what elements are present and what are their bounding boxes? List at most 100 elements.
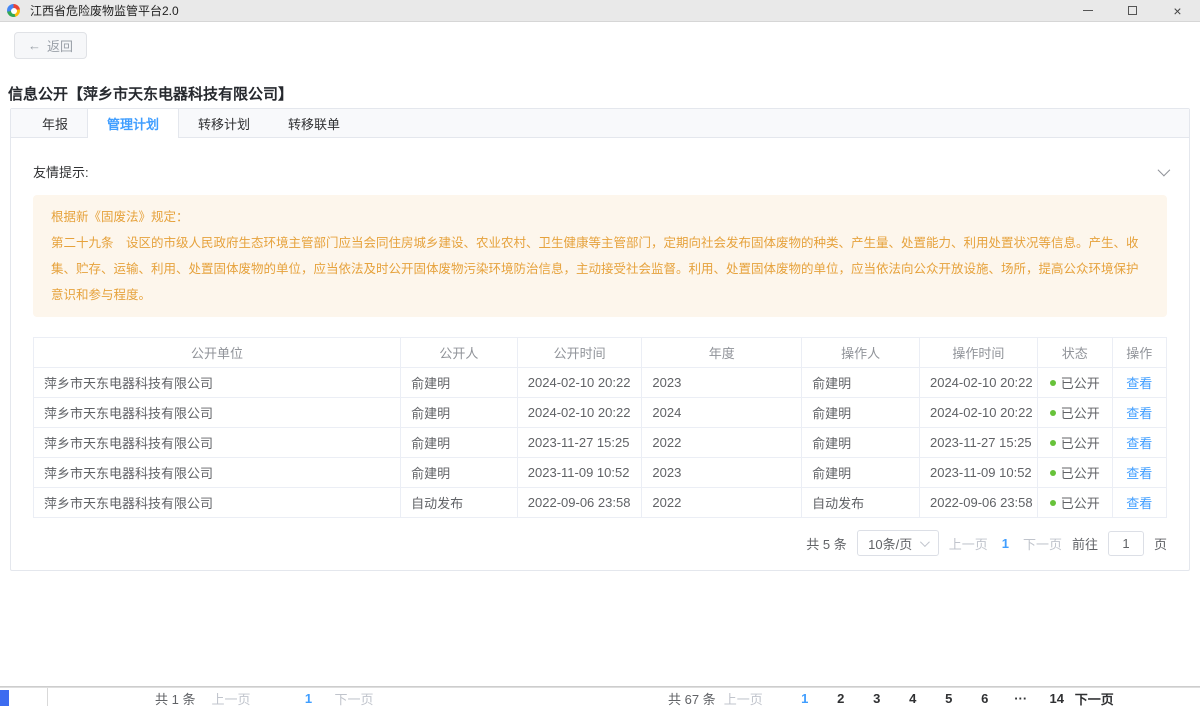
table-row: 萍乡市天东电器科技有限公司 自动发布 2022-09-06 23:58 2022… xyxy=(34,488,1167,518)
ellipsis-more-icon[interactable]: ··· xyxy=(1003,691,1039,706)
cell-operate-time: 2023-11-09 10:52 xyxy=(919,458,1037,488)
cell-publisher: 自动发布 xyxy=(401,488,518,518)
cell-operate-time: 2022-09-06 23:58 xyxy=(919,488,1037,518)
status-badge: 已公开 xyxy=(1050,433,1100,452)
pagination-total: 共 67 条 xyxy=(668,689,716,708)
cell-unit: 萍乡市天东电器科技有限公司 xyxy=(34,398,401,428)
cell-publish-time: 2023-11-27 15:25 xyxy=(517,428,642,458)
cell-operate-time: 2024-02-10 20:22 xyxy=(919,368,1037,398)
cell-publisher: 俞建明 xyxy=(401,398,518,428)
table-header-row: 公开单位 公开人 公开时间 年度 操作人 操作时间 状态 操作 xyxy=(34,338,1167,368)
pagination-total: 共 1 条 xyxy=(155,689,195,708)
current-page[interactable]: 1 xyxy=(998,536,1013,551)
next-page-button[interactable]: 下一页 xyxy=(1023,534,1062,553)
col-header-action: 操作 xyxy=(1112,338,1166,368)
cell-operator: 俞建明 xyxy=(802,398,920,428)
app-logo-icon xyxy=(7,4,20,17)
status-dot-icon xyxy=(1050,470,1056,476)
cell-unit: 萍乡市天东电器科技有限公司 xyxy=(34,428,401,458)
cell-publish-time: 2022-09-06 23:58 xyxy=(517,488,642,518)
table-row: 萍乡市天东电器科技有限公司 俞建明 2024-02-10 20:22 2024 … xyxy=(34,398,1167,428)
cell-publisher: 俞建明 xyxy=(401,428,518,458)
goto-label: 前往 xyxy=(1072,534,1098,553)
status-dot-icon xyxy=(1050,500,1056,506)
cell-year: 2022 xyxy=(642,488,802,518)
view-link[interactable]: 查看 xyxy=(1126,406,1152,421)
page-number[interactable]: 2 xyxy=(823,691,859,706)
bottom-left-pagination: 共 1 条 上一页 1 下一页 xyxy=(155,689,374,708)
col-header-operator: 操作人 xyxy=(802,338,920,368)
page-size-value: 10条/页 xyxy=(868,534,912,553)
prev-page-button[interactable]: 上一页 xyxy=(211,689,250,708)
tab-transfer-manifest[interactable]: 转移联单 xyxy=(269,109,359,137)
page-number-last[interactable]: 14 xyxy=(1039,691,1075,706)
status-dot-icon xyxy=(1050,380,1056,386)
tab-transfer-plan[interactable]: 转移计划 xyxy=(179,109,269,137)
view-link[interactable]: 查看 xyxy=(1126,376,1152,391)
notice-line1: 根据新《固废法》规定： xyxy=(51,204,1149,230)
cell-year: 2023 xyxy=(642,458,802,488)
back-button[interactable]: ← 返回 xyxy=(14,32,87,59)
window-titlebar: 江西省危险废物监管平台2.0 × xyxy=(0,0,1200,22)
cell-operator: 俞建明 xyxy=(802,368,920,398)
chevron-down-icon xyxy=(920,537,930,547)
view-link[interactable]: 查看 xyxy=(1126,436,1152,451)
minimize-button[interactable] xyxy=(1065,0,1110,21)
next-page-button[interactable]: 下一页 xyxy=(334,689,373,708)
cell-unit: 萍乡市天东电器科技有限公司 xyxy=(34,488,401,518)
col-header-operate-time: 操作时间 xyxy=(919,338,1037,368)
view-link[interactable]: 查看 xyxy=(1126,466,1152,481)
window-title: 江西省危险废物监管平台2.0 xyxy=(30,2,1065,19)
table-row: 萍乡市天东电器科技有限公司 俞建明 2023-11-09 10:52 2023 … xyxy=(34,458,1167,488)
page-size-select[interactable]: 10条/页 xyxy=(857,530,939,556)
page-title: 信息公开【萍乡市天东电器科技有限公司】 xyxy=(8,83,1200,104)
page-number[interactable]: 6 xyxy=(967,691,1003,706)
cell-unit: 萍乡市天东电器科技有限公司 xyxy=(34,368,401,398)
goto-page-suffix: 页 xyxy=(1154,534,1167,553)
bottom-right-pagination: 共 67 条 上一页 1 2 3 4 5 6 ··· 14 下一页 xyxy=(668,689,1114,708)
cell-year: 2024 xyxy=(642,398,802,428)
page-number[interactable]: 1 xyxy=(787,691,823,706)
page-number[interactable]: 4 xyxy=(895,691,931,706)
back-arrow-icon: ← xyxy=(28,38,41,53)
bottom-divider xyxy=(0,686,1200,688)
view-link[interactable]: 查看 xyxy=(1126,496,1152,511)
cell-operate-time: 2024-02-10 20:22 xyxy=(919,398,1037,428)
col-header-publish-time: 公开时间 xyxy=(517,338,642,368)
cell-publish-time: 2023-11-09 10:52 xyxy=(517,458,642,488)
prev-page-button[interactable]: 上一页 xyxy=(724,689,763,708)
table-row: 萍乡市天东电器科技有限公司 俞建明 2024-02-10 20:22 2023 … xyxy=(34,368,1167,398)
current-page[interactable]: 1 xyxy=(290,691,326,706)
cell-operator: 自动发布 xyxy=(802,488,920,518)
tabs-header: 年报 管理计划 转移计划 转移联单 xyxy=(11,109,1189,138)
col-header-unit: 公开单位 xyxy=(34,338,401,368)
notice-line2: 第二十九条 设区的市级人民政府生态环境主管部门应当会同住房城乡建设、农业农村、卫… xyxy=(51,230,1149,308)
col-header-status: 状态 xyxy=(1037,338,1112,368)
cell-publisher: 俞建明 xyxy=(401,458,518,488)
col-header-publisher: 公开人 xyxy=(401,338,518,368)
page-number[interactable]: 3 xyxy=(859,691,895,706)
chevron-down-icon[interactable] xyxy=(1158,164,1171,177)
status-badge: 已公开 xyxy=(1050,493,1100,512)
tab-annual-report[interactable]: 年报 xyxy=(23,109,87,137)
page-number[interactable]: 5 xyxy=(931,691,967,706)
next-page-button[interactable]: 下一页 xyxy=(1075,689,1114,708)
close-icon: × xyxy=(1173,4,1181,18)
tips-label: 友情提示: xyxy=(33,162,89,181)
close-button[interactable]: × xyxy=(1155,0,1200,21)
goto-page-input[interactable] xyxy=(1108,531,1144,556)
cell-publish-time: 2024-02-10 20:22 xyxy=(517,368,642,398)
status-dot-icon xyxy=(1050,440,1056,446)
maximize-button[interactable] xyxy=(1110,0,1155,21)
cell-operator: 俞建明 xyxy=(802,458,920,488)
notice-alert: 根据新《固废法》规定： 第二十九条 设区的市级人民政府生态环境主管部门应当会同住… xyxy=(33,195,1167,317)
pagination-total: 共 5 条 xyxy=(806,534,846,553)
prev-page-button[interactable]: 上一页 xyxy=(949,534,988,553)
tab-management-plan[interactable]: 管理计划 xyxy=(87,109,179,138)
cell-year: 2022 xyxy=(642,428,802,458)
back-button-label: 返回 xyxy=(47,36,73,55)
table-pagination: 共 5 条 10条/页 上一页 1 下一页 前往 页 xyxy=(33,530,1167,556)
minimize-icon xyxy=(1083,10,1093,11)
status-badge: 已公开 xyxy=(1050,373,1100,392)
table-row: 萍乡市天东电器科技有限公司 俞建明 2023-11-27 15:25 2022 … xyxy=(34,428,1167,458)
